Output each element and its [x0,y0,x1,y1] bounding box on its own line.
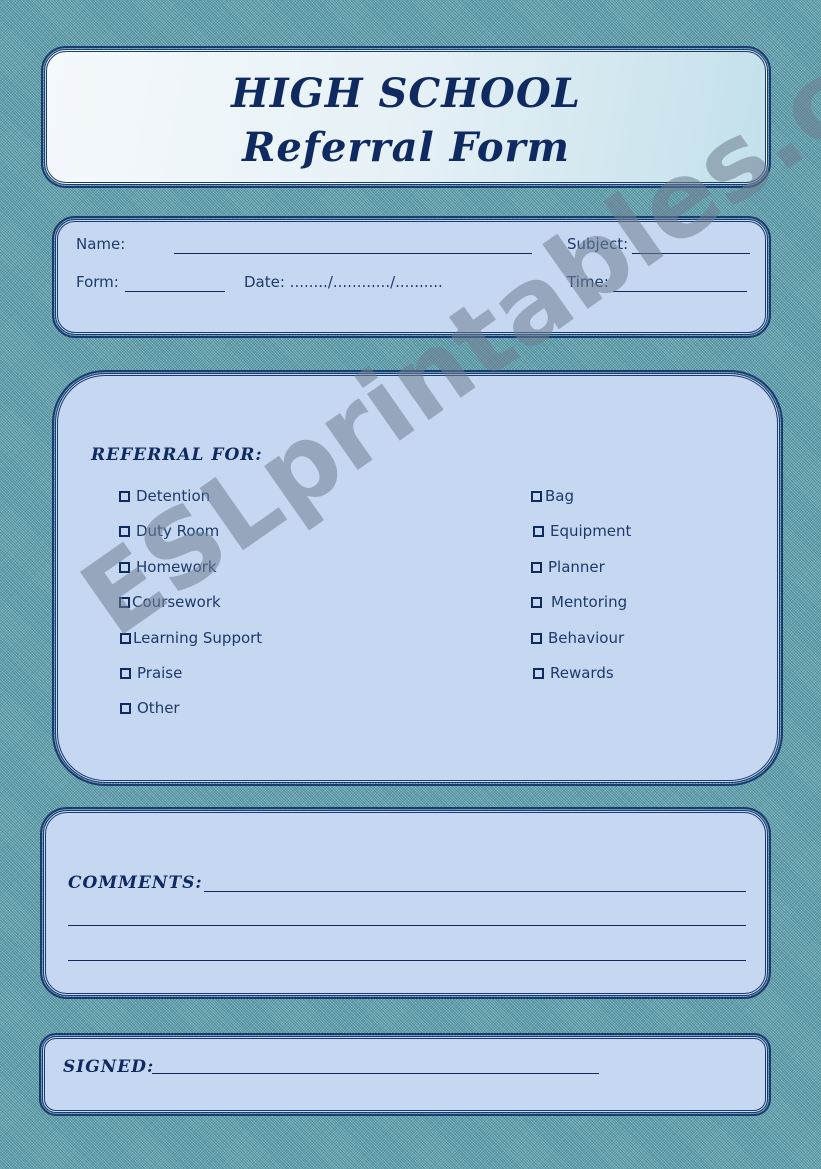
comments-line-2[interactable] [68,925,746,926]
option-praise[interactable]: Praise [120,664,182,682]
checkbox-icon[interactable] [119,525,130,537]
title-referral-form: Referral Form [242,124,570,171]
date-field[interactable]: Date: ......../............/.......... [244,273,443,291]
option-label: Bag [545,487,575,505]
option-label: Learning Support [133,629,263,647]
option-behaviour[interactable]: Behaviour [531,629,624,647]
comments-line-3[interactable] [68,960,746,961]
name-field[interactable] [174,253,532,254]
student-info-panel: Name: Subject: Form: Date: ......../....… [52,216,771,338]
option-label: Equipment [550,522,632,540]
option-planner[interactable]: Planner [531,558,605,576]
form-label: Form: [76,273,119,291]
option-label: Duty Room [136,522,220,540]
signature-line[interactable] [152,1073,599,1074]
referral-for-heading: REFERRAL FOR: [91,445,263,465]
comments-line-1[interactable] [204,891,746,892]
comments-heading: COMMENTS: [68,873,203,893]
checkbox-icon[interactable] [531,632,542,644]
form-field[interactable] [125,291,225,292]
option-label: Mentoring [551,593,628,611]
title-high-school: HIGH SCHOOL [231,70,581,117]
checkbox-icon[interactable] [533,667,544,679]
option-homework[interactable]: Homework [119,558,217,576]
checkbox-icon[interactable] [531,596,542,608]
checkbox-icon[interactable] [120,667,131,679]
referral-panel: REFERRAL FOR: Detention Duty Room Homewo… [52,370,783,786]
signature-panel: SIGNED: [39,1033,771,1116]
option-coursework[interactable]: Coursework [119,593,221,611]
checkbox-icon[interactable] [533,525,544,537]
checkbox-icon[interactable] [119,561,130,573]
option-label: Behaviour [548,629,625,647]
name-label: Name: [76,235,126,253]
signed-heading: SIGNED: [63,1057,155,1077]
option-detention[interactable]: Detention [119,487,210,505]
option-equipment[interactable]: Equipment [533,522,631,540]
checkbox-icon[interactable] [119,596,130,608]
checkbox-icon[interactable] [119,490,130,502]
time-label: Time: [567,273,609,291]
checkbox-icon[interactable] [120,702,131,714]
option-label: Other [137,699,180,717]
subject-label: Subject: [567,235,629,253]
option-other[interactable]: Other [120,699,180,717]
title-banner: HIGH SCHOOL Referral Form [41,46,771,188]
option-learning-support[interactable]: Learning Support [120,629,262,647]
checkbox-icon[interactable] [531,561,542,573]
option-label: Rewards [550,664,614,682]
subject-field[interactable] [632,253,750,254]
option-label: Detention [136,487,211,505]
option-mentoring[interactable]: Mentoring [531,593,627,611]
time-field[interactable] [613,291,747,292]
option-label: Coursework [132,593,221,611]
option-label: Praise [137,664,183,682]
option-bag[interactable]: Bag [531,487,574,505]
option-duty-room[interactable]: Duty Room [119,522,219,540]
comments-panel: COMMENTS: [40,807,771,999]
option-label: Homework [136,558,217,576]
option-label: Planner [548,558,605,576]
option-rewards[interactable]: Rewards [533,664,614,682]
checkbox-icon[interactable] [531,490,542,502]
checkbox-icon[interactable] [120,632,131,644]
